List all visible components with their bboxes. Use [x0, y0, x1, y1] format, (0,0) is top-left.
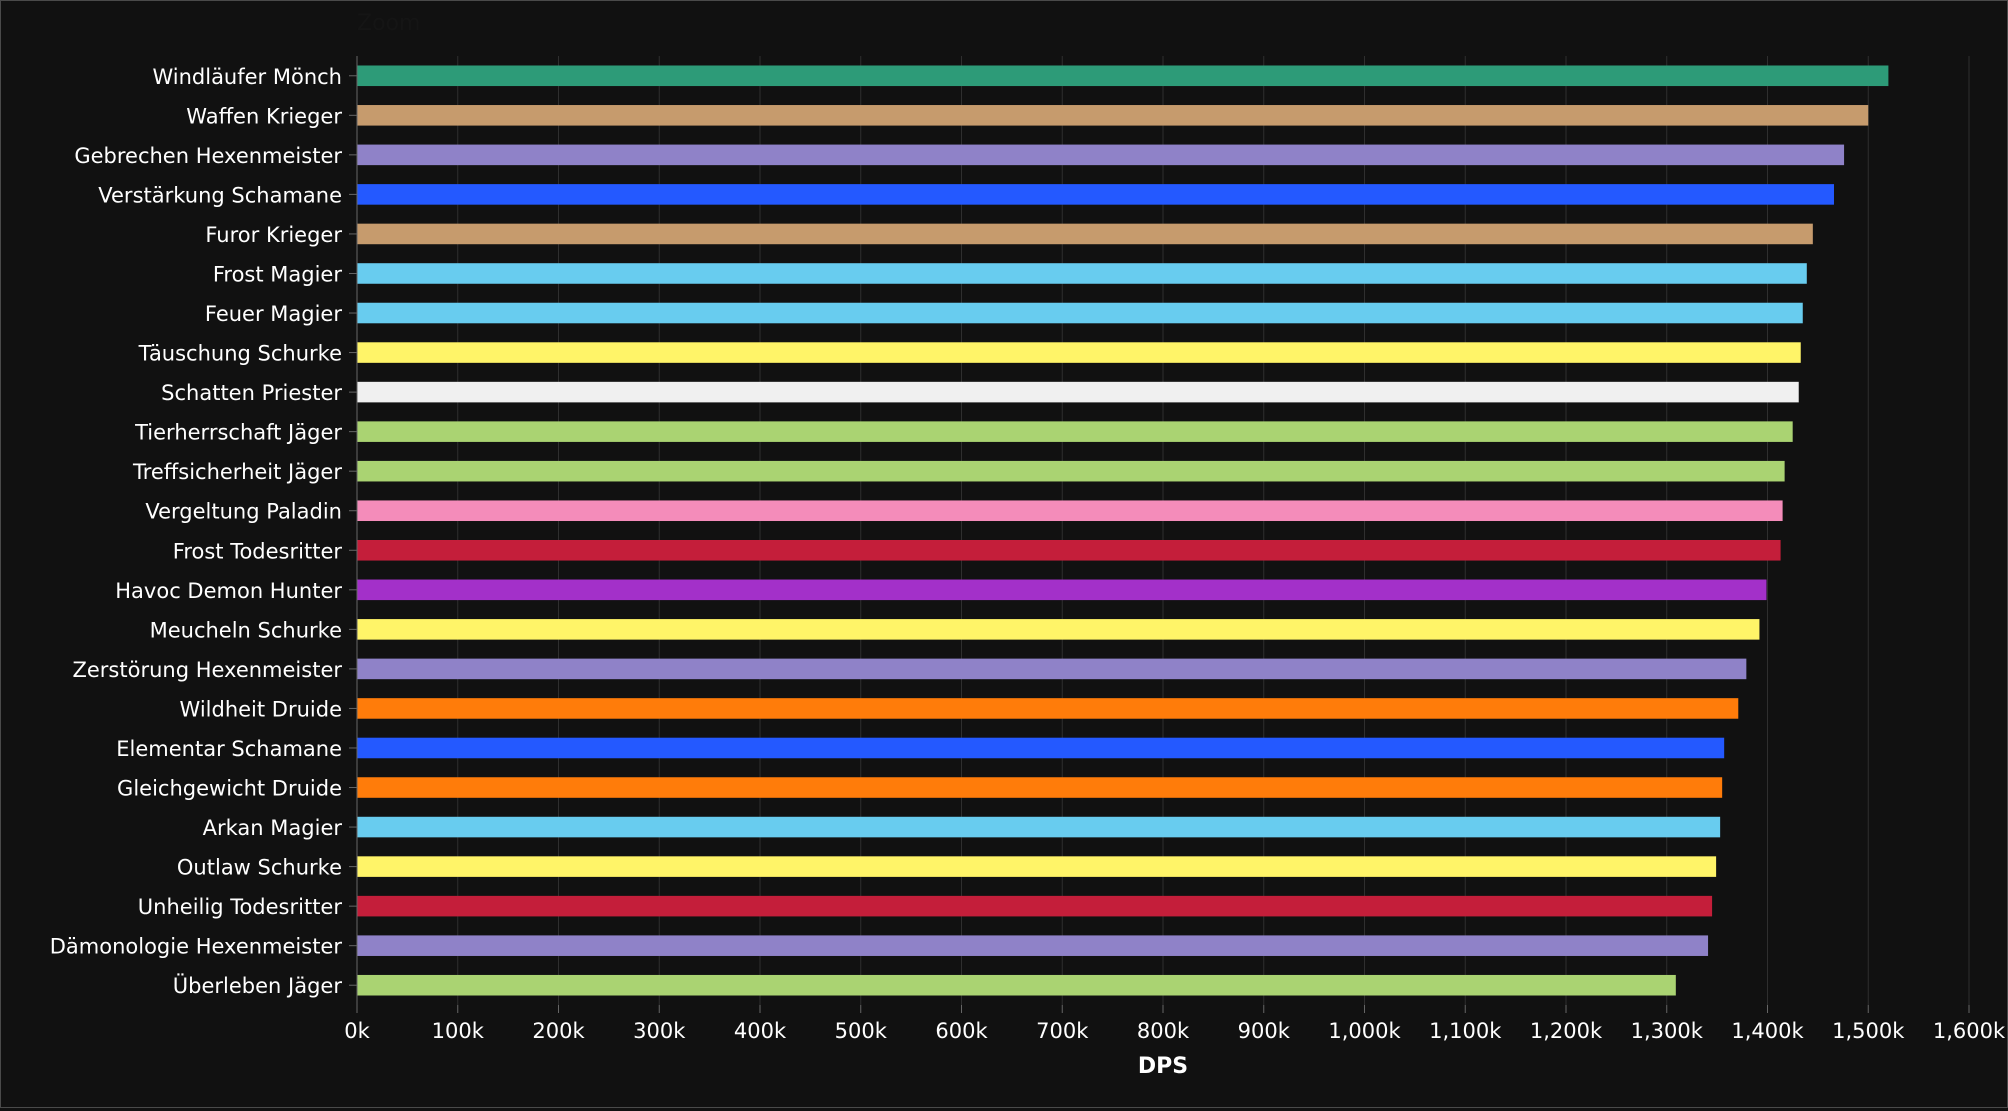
x-tick-label: 1,100k	[1429, 1019, 1502, 1043]
bar[interactable]	[357, 935, 1709, 956]
chart-frame: Zoom 0k 100k 200k 300k 400k 500k 600k 700k 800k 9…	[0, 0, 2008, 1108]
category-label: Elementar Schamane	[116, 737, 342, 761]
category-label: Feuer Magier	[205, 302, 342, 326]
zoom-label[interactable]: Zoom	[357, 11, 420, 36]
category-label: Wildheit Druide	[180, 697, 342, 721]
category-label: Arkan Magier	[203, 816, 343, 840]
x-tick-label: 600k	[935, 1019, 988, 1043]
category-label: Gebrechen Hexenmeister	[74, 144, 342, 168]
x-tick-label: 400k	[734, 1019, 787, 1043]
category-label: Verstärkung Schamane	[98, 183, 342, 207]
bar[interactable]	[357, 144, 1845, 166]
x-axis-title: DPS	[1138, 1054, 1188, 1079]
bar[interactable]	[357, 421, 1793, 442]
category-label: Outlaw Schurke	[177, 856, 342, 880]
bar[interactable]	[357, 263, 1807, 284]
category-label: Überleben Jäger	[173, 973, 343, 998]
x-tick-label: 900k	[1238, 1019, 1291, 1043]
bar[interactable]	[357, 342, 1801, 363]
bar[interactable]	[357, 816, 1721, 838]
bar[interactable]	[357, 856, 1717, 877]
category-label: Furor Krieger	[205, 223, 342, 247]
x-tick-label: 100k	[432, 1019, 485, 1043]
bar[interactable]	[357, 698, 1739, 719]
x-tick-label: 1,000k	[1328, 1019, 1401, 1043]
x-tick-label: 1,400k	[1731, 1019, 1804, 1043]
bar[interactable]	[357, 302, 1803, 324]
bar[interactable]	[357, 500, 1783, 522]
category-label: Frost Magier	[213, 262, 342, 286]
category-label: Gleichgewicht Druide	[117, 777, 342, 801]
bar[interactable]	[357, 895, 1713, 917]
bar[interactable]	[357, 65, 1889, 87]
x-tick-label: 1,500k	[1832, 1019, 1905, 1043]
x-tick-label: 700k	[1036, 1019, 1089, 1043]
category-label: Unheilig Todesritter	[138, 895, 343, 919]
bar[interactable]	[357, 619, 1760, 640]
bar[interactable]	[357, 658, 1747, 680]
bar[interactable]	[357, 579, 1767, 601]
x-tick-label: 1,300k	[1631, 1019, 1704, 1043]
category-label: Dämonologie Hexenmeister	[50, 935, 343, 959]
category-label: Täuschung Schurke	[138, 342, 342, 366]
category-label: Windläufer Mönch	[152, 65, 342, 89]
x-tick-label: 500k	[835, 1019, 888, 1043]
category-label: Schatten Priester	[161, 381, 342, 405]
bar[interactable]	[357, 974, 1676, 996]
category-label: Waffen Krieger	[186, 104, 342, 128]
category-label: Treffsicherheit Jäger	[132, 460, 342, 484]
x-tick-label: 1,200k	[1530, 1019, 1603, 1043]
bar[interactable]	[357, 381, 1799, 403]
bar[interactable]	[357, 539, 1781, 561]
bar[interactable]	[357, 737, 1725, 759]
category-label: Tierherrschaft Jäger	[134, 421, 342, 445]
bar[interactable]	[357, 777, 1723, 798]
bar-chart: 0k 100k 200k 300k 400k 500k 600k 700k 800k 900k 1,…	[50, 56, 2006, 1079]
x-tick-label: 300k	[633, 1019, 686, 1043]
bar[interactable]	[357, 184, 1834, 205]
bar[interactable]	[357, 223, 1813, 245]
x-tick-label: 1,600k	[1933, 1019, 2006, 1043]
x-tick-label: 800k	[1137, 1019, 1190, 1043]
category-label: Vergeltung Paladin	[145, 500, 342, 524]
category-label: Meucheln Schurke	[150, 618, 342, 642]
x-tick-label: 0k	[344, 1019, 370, 1043]
category-label: Frost Todesritter	[173, 539, 343, 563]
category-label: Havoc Demon Hunter	[115, 579, 342, 603]
x-tick-label: 200k	[532, 1019, 585, 1043]
bar[interactable]	[357, 460, 1785, 482]
bar-layer	[357, 65, 1889, 996]
bar[interactable]	[357, 105, 1869, 126]
category-label: Zerstörung Hexenmeister	[72, 658, 342, 682]
